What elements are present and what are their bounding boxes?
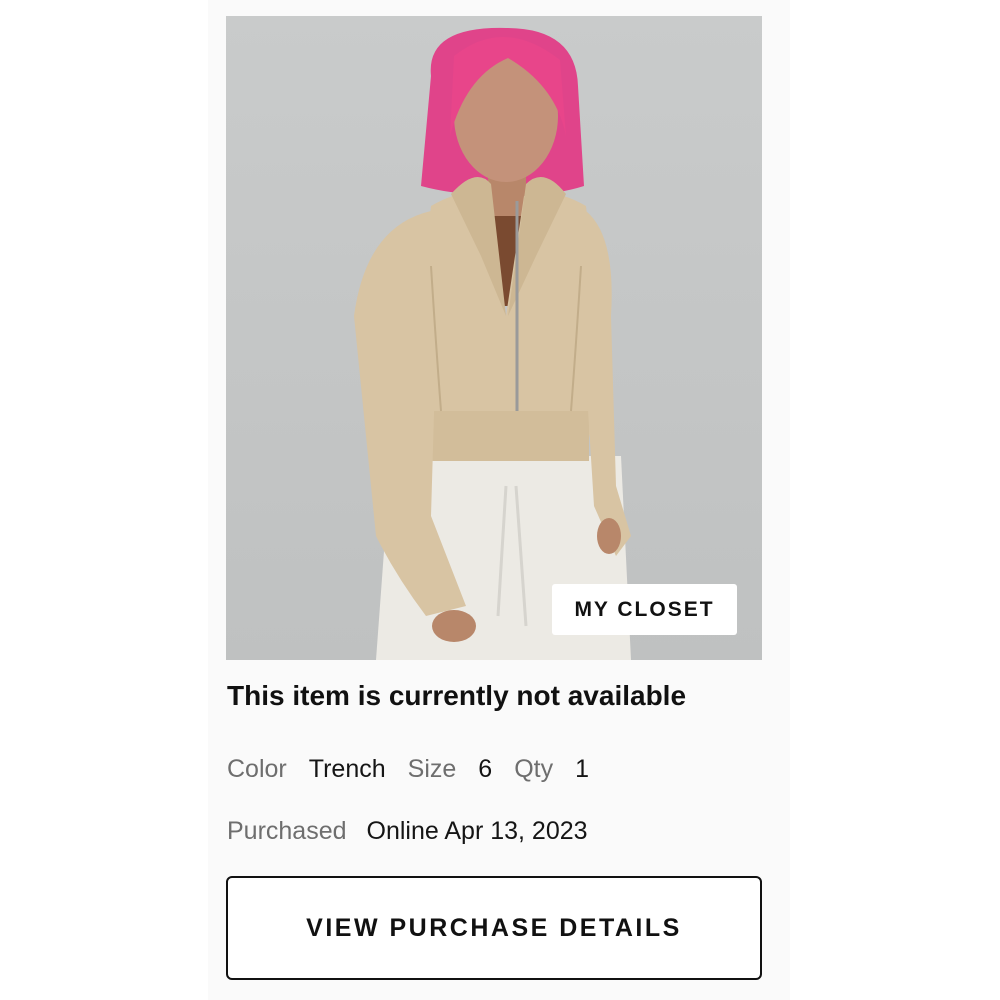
attributes-row: Color Trench Size 6 Qty 1 <box>227 755 589 784</box>
my-closet-badge[interactable]: MY CLOSET <box>552 584 737 635</box>
size-label: Size <box>407 755 457 783</box>
qty-value: 1 <box>575 755 589 783</box>
purchase-row: Purchased Online Apr 13, 2023 <box>227 817 588 846</box>
color-label: Color <box>227 755 287 783</box>
product-image[interactable] <box>226 16 762 660</box>
product-photo-illustration <box>354 27 631 660</box>
color-value: Trench <box>308 755 386 783</box>
view-purchase-details-button[interactable]: VIEW PURCHASE DETAILS <box>226 876 762 980</box>
purchased-label: Purchased <box>227 817 347 845</box>
availability-status: This item is currently not available <box>227 680 687 711</box>
qty-label: Qty <box>514 755 554 783</box>
size-value: 6 <box>478 755 493 783</box>
purchased-value: Online Apr 13, 2023 <box>366 817 588 845</box>
